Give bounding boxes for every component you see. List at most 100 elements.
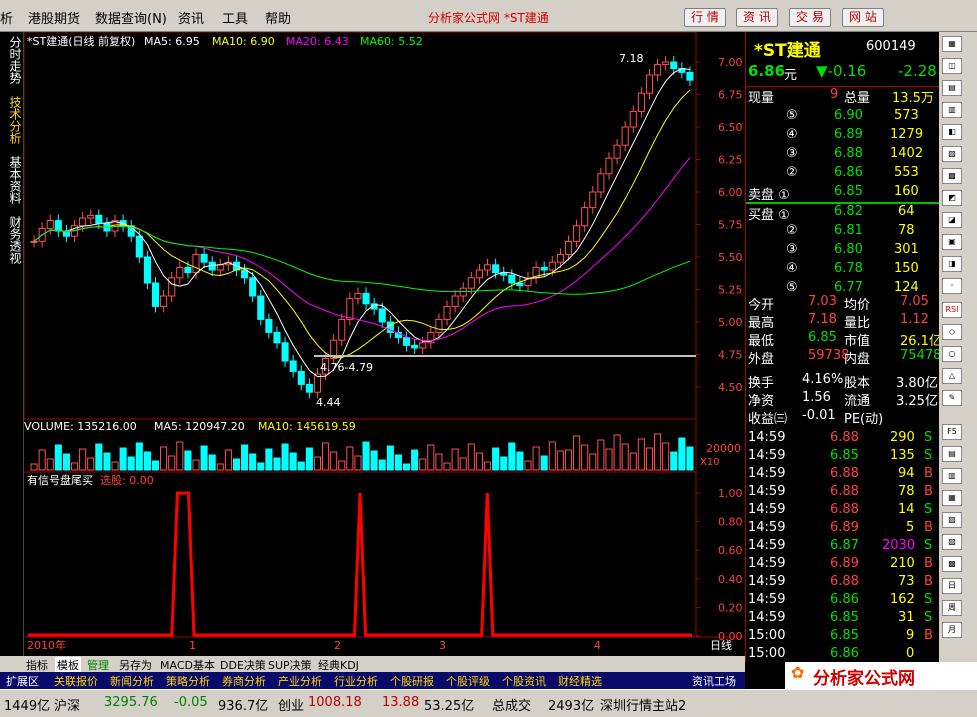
tick-side: B [924, 574, 933, 589]
chart-icon[interactable]: ▥ [942, 468, 962, 484]
website-button[interactable]: 网 站 [842, 8, 884, 27]
tick-volume: 210 [890, 556, 915, 571]
status-item: 沪深 [54, 699, 81, 714]
tab-strategy[interactable]: 策略分析 [166, 673, 210, 689]
chart-icon[interactable]: ◨ [942, 256, 962, 272]
tick-side: S [924, 592, 933, 607]
chart-icon[interactable]: ▨ [942, 534, 962, 550]
tab-indicator[interactable]: 指标 [26, 657, 48, 673]
date-label-4: 4 [594, 639, 601, 652]
indicator-tick-label: 0.60 [718, 544, 743, 557]
chart-icon[interactable]: ▤ [942, 80, 962, 96]
chart-icon[interactable]: ◪ [942, 212, 962, 228]
chart-icon[interactable]: ◇ [942, 324, 962, 340]
chart-icon[interactable]: ◦ [942, 278, 962, 294]
month-button[interactable]: 月 [942, 622, 962, 638]
menu-news[interactable]: 资讯 [178, 8, 204, 27]
tick-side: S [924, 448, 933, 463]
quote-button[interactable]: 行 情 [684, 8, 726, 27]
chart-icon[interactable]: ▩ [942, 168, 962, 184]
tick-time: 14:59 [748, 430, 786, 445]
news-button[interactable]: 资 讯 [736, 8, 778, 27]
tick-side: B [924, 520, 933, 535]
tab-save-as[interactable]: 另存为 [119, 657, 152, 673]
tab-broker[interactable]: 券商分析 [222, 673, 266, 689]
tab-timeshare[interactable]: 分时走势 [3, 36, 22, 84]
tab-research[interactable]: 个股研报 [390, 673, 434, 689]
ask-price: 6.90 [834, 108, 863, 123]
trade-button[interactable]: 交 易 [789, 8, 831, 27]
chart-icon[interactable]: ▩ [942, 556, 962, 572]
menu-tools[interactable]: 工具 [222, 8, 248, 27]
tab-manage[interactable]: 管理 [87, 657, 109, 673]
chart-icon[interactable]: △ [942, 368, 962, 384]
stat-label: 最低 [748, 334, 775, 349]
price-tick-label: 7.00 [718, 56, 743, 69]
chart-icon[interactable]: ▦ [942, 490, 962, 506]
chart-icon[interactable]: ▧ [942, 512, 962, 528]
chart-icon[interactable]: ▦ [942, 36, 962, 52]
indicator-tick-label: 0.20 [718, 601, 743, 614]
f5-button[interactable]: F5 [942, 424, 962, 440]
stat-label: 净资 [748, 394, 775, 409]
tab-sector[interactable]: 行业分析 [334, 673, 378, 689]
stat-label: 今开 [748, 298, 775, 313]
tick-price: 6.86 [830, 646, 859, 661]
ask-volume: 553 [894, 165, 919, 180]
left-tab-strip: 分时走势 技术分析 基本资料 财务透视 [0, 32, 24, 656]
tab-expand[interactable]: 扩展区 [6, 673, 39, 689]
tab-finance-picks[interactable]: 财经精选 [558, 673, 602, 689]
menu-help[interactable]: 帮助 [265, 8, 291, 27]
tab-stock-news[interactable]: 个股资讯 [502, 673, 546, 689]
tab-technical[interactable]: 技术分析 [3, 96, 22, 144]
tab-sup[interactable]: SUP决策 [268, 657, 312, 673]
tab-kdj[interactable]: 经典KDJ [318, 657, 359, 673]
tick-time: 14:59 [748, 538, 786, 553]
tick-price: 6.88 [830, 484, 859, 499]
tab-macd[interactable]: MACD基本 [160, 657, 215, 673]
quote-row: 换手 4.16% 股本 3.80亿 [746, 372, 939, 391]
quote-row: 卖盘 ① 6.85 160 [746, 184, 939, 203]
tab-news-factory[interactable]: 资讯工场 [692, 673, 736, 689]
stat-value: 7.05 [900, 294, 929, 309]
stat-value: 6.85 [808, 330, 837, 345]
quote-row: 买盘 ① 6.82 64 [746, 204, 939, 223]
chart-icon[interactable]: ▣ [942, 234, 962, 250]
quote-row: ④ 6.89 1279 [746, 127, 939, 145]
chart-icon[interactable]: ◫ [942, 58, 962, 74]
price-tick-label: 5.50 [718, 251, 743, 264]
chart-icon[interactable]: ◩ [942, 190, 962, 206]
quote-row: 今开 7.03 均价 7.05 [746, 294, 939, 313]
chart-icon[interactable]: ▥ [942, 102, 962, 118]
last-price: 6.86 [748, 62, 786, 80]
kline-chart[interactable]: *ST建通(日线 前复权) MA5: 6.95 MA10: 6.90 MA20:… [24, 32, 744, 656]
tab-related-quote[interactable]: 关联报价 [54, 673, 98, 689]
chart-icon[interactable]: ○ [942, 346, 962, 362]
menu-data-query[interactable]: 数据查询(N) [95, 8, 167, 27]
tab-industry-chain[interactable]: 产业分析 [278, 673, 322, 689]
ask-level: 卖盘 ① [748, 188, 790, 203]
quote-row: 14:59 6.86 162 S [746, 592, 939, 610]
menu-analysis[interactable]: 析 [0, 8, 13, 27]
high-annotation: 7.18 [619, 52, 644, 65]
tab-template[interactable]: 模板 [55, 657, 81, 673]
chart-icon[interactable]: ▨ [942, 146, 962, 162]
tab-dde[interactable]: DDE决策 [220, 657, 266, 673]
period-label[interactable]: 日线 [710, 638, 732, 652]
chart-icon[interactable]: ✎ [942, 390, 962, 406]
rsi-icon[interactable]: RSI [942, 302, 962, 318]
tab-financials[interactable]: 财务透视 [3, 216, 22, 264]
tick-price: 6.88 [830, 466, 859, 481]
tab-fundamentals[interactable]: 基本资料 [3, 156, 22, 204]
ask-price: 6.89 [834, 127, 863, 142]
chart-icon[interactable]: ◧ [942, 124, 962, 140]
week-button[interactable]: 周 [942, 600, 962, 616]
menu-hk-futures[interactable]: 港股期货 [28, 8, 80, 27]
day-button[interactable]: 日 [942, 578, 962, 594]
tab-news-analysis[interactable]: 新闻分析 [110, 673, 154, 689]
tab-rating[interactable]: 个股评级 [446, 673, 490, 689]
price-tick-label: 5.00 [718, 316, 743, 329]
chart-icon[interactable]: ▤ [942, 446, 962, 462]
quote-row: ⑤ 6.90 573 [746, 108, 939, 126]
bid-volume: 124 [894, 280, 919, 295]
